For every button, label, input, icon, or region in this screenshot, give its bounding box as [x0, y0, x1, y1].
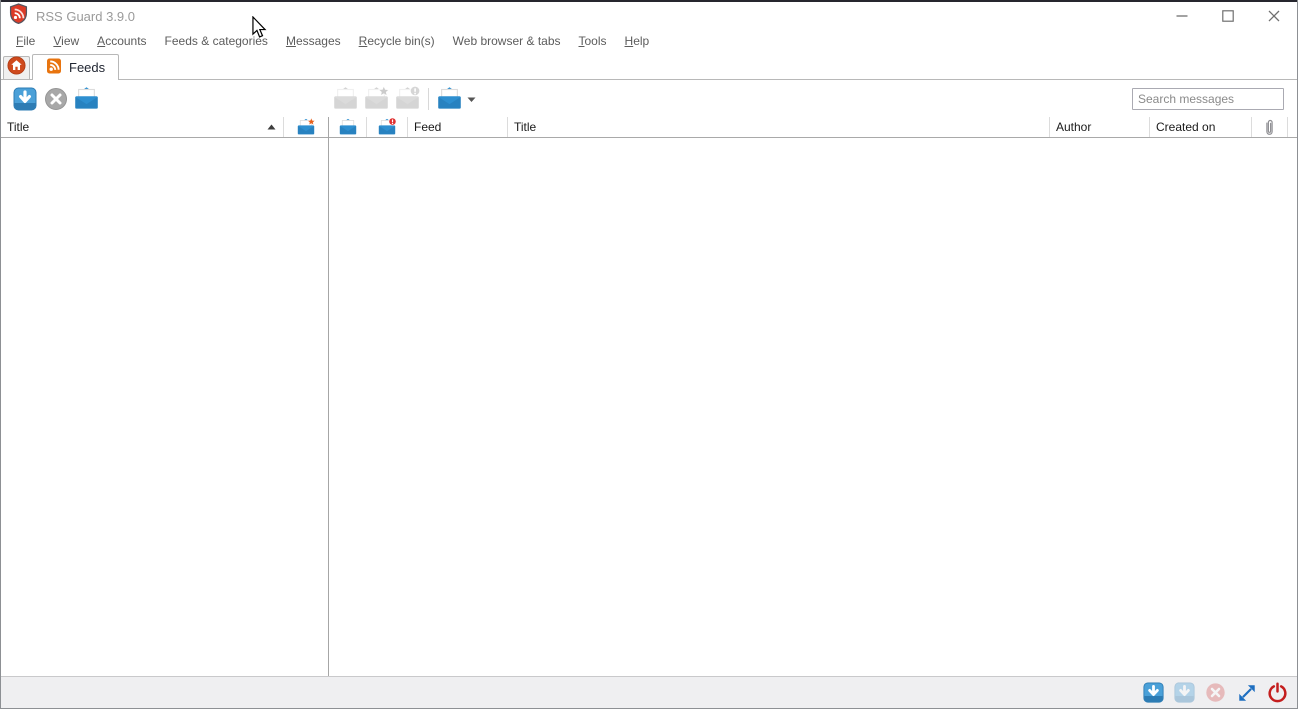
sort-ascending-icon: [267, 124, 276, 130]
menu-messages[interactable]: Messages: [277, 31, 350, 51]
feeds-list-header: Title: [1, 117, 328, 138]
titlebar[interactable]: RSS Guard 3.9.0: [1, 2, 1297, 30]
column-label: Author: [1056, 120, 1092, 134]
column-label: Title: [7, 120, 30, 134]
column-label: Title: [514, 120, 537, 134]
status-bar: [1, 676, 1297, 708]
toolbar: [1, 80, 1297, 117]
toolbar-separator: [428, 87, 429, 110]
rss-icon: [46, 58, 62, 77]
feeds-panel: Title: [1, 117, 329, 676]
app-window: RSS Guard 3.9.0 File View Accounts Feeds & …: [0, 0, 1298, 709]
envelope-star-icon: [365, 86, 390, 109]
column-label: Feed: [414, 120, 442, 134]
envelope-exclamation-icon: [396, 86, 421, 109]
close-button[interactable]: [1251, 2, 1297, 30]
open-envelope-icon: [75, 87, 98, 109]
tab-feeds[interactable]: Feeds: [32, 54, 120, 80]
menu-accounts[interactable]: Accounts: [88, 31, 155, 51]
statusbar-update-all-button[interactable]: [1173, 681, 1196, 704]
statusbar-update-feeds-button[interactable]: [1142, 681, 1165, 704]
statusbar-icons: [1142, 681, 1289, 704]
menu-web-browser-tabs[interactable]: Web browser & tabs: [444, 31, 570, 51]
quit-button[interactable]: [1266, 681, 1289, 704]
menu-help[interactable]: Help: [616, 31, 659, 51]
menu-recycle-bin-s[interactable]: Recycle bin(s): [350, 31, 444, 51]
download-icon: [13, 87, 36, 110]
feeds-column-counts[interactable]: [284, 117, 328, 137]
search-messages-input[interactable]: [1132, 87, 1284, 110]
column-label: Created on: [1156, 120, 1216, 134]
window-title: RSS Guard 3.9.0: [36, 8, 135, 24]
attachment-paperclip-icon: [1266, 119, 1273, 135]
mark-important-button[interactable]: [361, 84, 392, 114]
download-icon: [1143, 682, 1164, 703]
minimize-button[interactable]: [1159, 2, 1205, 30]
menu-tools[interactable]: Tools: [570, 31, 616, 51]
menu-file[interactable]: File: [7, 31, 44, 51]
stop-update-button[interactable]: [40, 84, 71, 114]
stop-x-icon: [1206, 683, 1225, 702]
messages-column-read-icon[interactable]: [329, 117, 367, 137]
download-icon: [1174, 682, 1195, 703]
messages-column-created-on[interactable]: Created on: [1150, 117, 1252, 137]
messages-column-title[interactable]: Title: [508, 117, 1050, 137]
power-icon: [1268, 682, 1287, 703]
messages-column-importance-icon[interactable]: [367, 117, 408, 137]
read-envelope-icon: [339, 118, 356, 135]
window-controls: [1159, 2, 1297, 30]
main-area: Title Feed Title Author Created on: [1, 117, 1297, 676]
delete-message-button[interactable]: [392, 84, 423, 114]
mark-read-unread-button[interactable]: [330, 84, 361, 114]
messages-column-attachment-icon[interactable]: [1252, 117, 1288, 137]
fullscreen-toggle-button[interactable]: [1235, 681, 1258, 704]
maximize-button[interactable]: [1205, 2, 1251, 30]
envelope-icon: [334, 87, 357, 109]
menubar: File View Accounts Feeds & categories Messag…: [1, 30, 1297, 52]
message-toolbar-group: [330, 84, 476, 114]
messages-list[interactable]: [329, 138, 1297, 676]
app-logo-icon: [9, 3, 28, 29]
mark-selection-read-button[interactable]: [434, 84, 465, 114]
messages-panel: Feed Title Author Created on: [329, 117, 1297, 676]
statusbar-stop-update-button[interactable]: [1204, 681, 1227, 704]
menu-view[interactable]: View: [44, 31, 88, 51]
stop-x-icon: [44, 87, 67, 110]
menu-feeds-categories[interactable]: Feeds & categories: [156, 31, 277, 51]
open-envelope-icon: [438, 87, 461, 109]
messages-list-header: Feed Title Author Created on: [329, 117, 1297, 138]
messages-column-author[interactable]: Author: [1050, 117, 1150, 137]
mark-all-read-button[interactable]: [71, 84, 102, 114]
tab-bar: Feeds: [1, 52, 1297, 80]
tab-home[interactable]: [3, 56, 30, 79]
chevron-down-icon[interactable]: [467, 90, 476, 108]
home-icon: [7, 56, 26, 80]
messages-header-filler: [1288, 117, 1297, 137]
feed-counts-icon: [297, 118, 316, 135]
tab-feeds-label: Feeds: [69, 60, 106, 75]
importance-envelope-icon: [378, 118, 397, 135]
feeds-column-title[interactable]: Title: [1, 117, 284, 137]
messages-column-feed[interactable]: Feed: [408, 117, 508, 137]
update-feeds-button[interactable]: [9, 84, 40, 114]
feeds-list[interactable]: [1, 138, 328, 676]
fullscreen-icon: [1238, 684, 1255, 701]
